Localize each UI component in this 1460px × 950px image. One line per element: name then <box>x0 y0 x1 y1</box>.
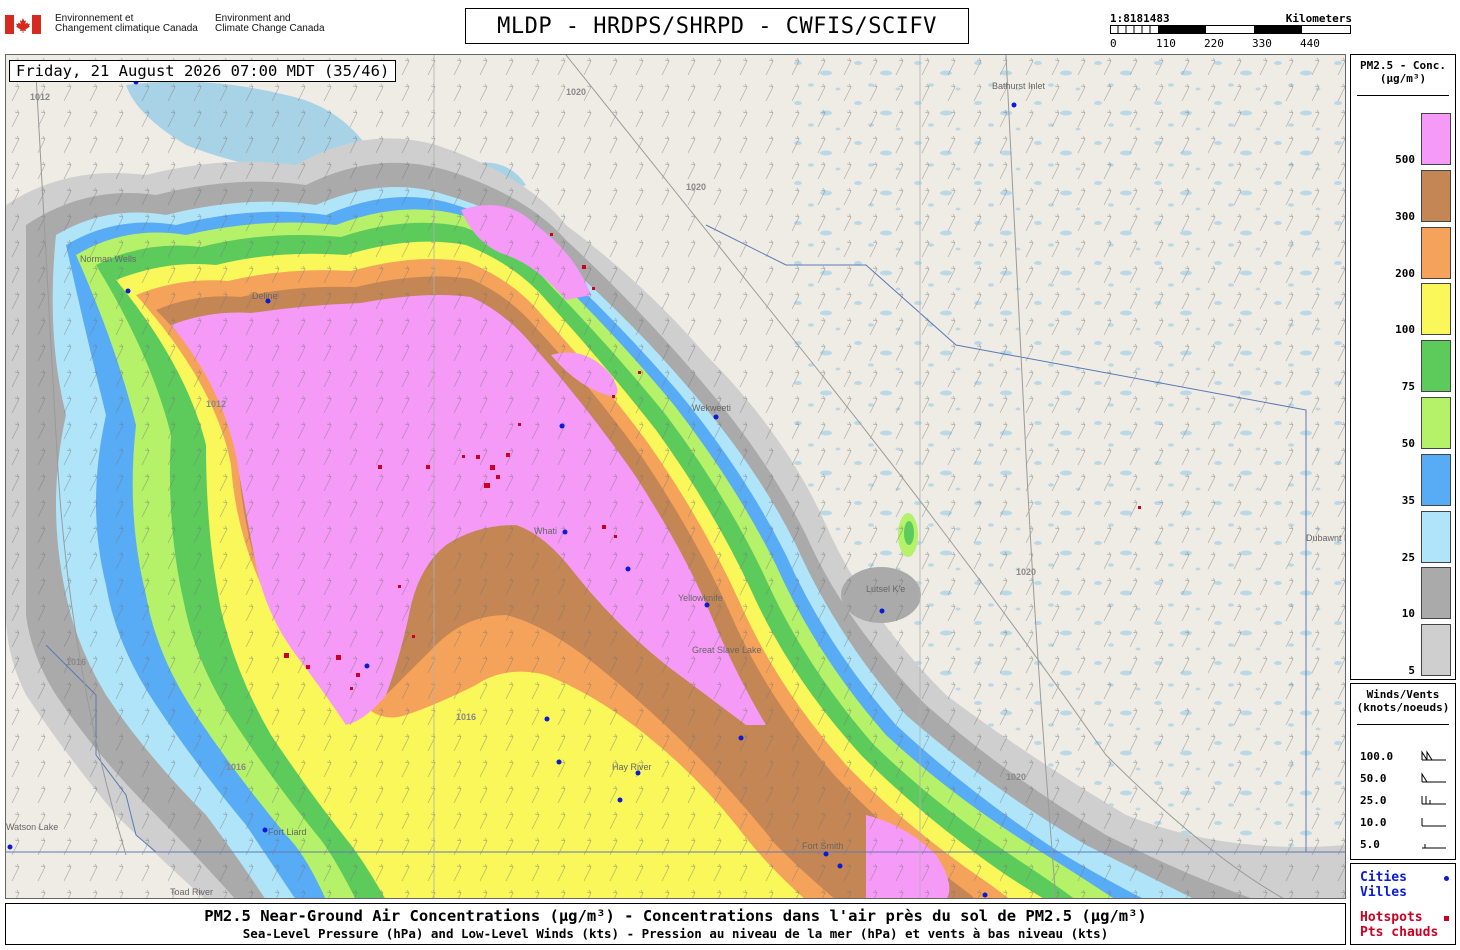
forecast-timestamp: Friday, 21 August 2026 07:00 MDT (35/46) <box>9 60 397 82</box>
dispersion-map[interactable]: 1012 1012 1016 1016 1016 1020 1020 1020 … <box>5 54 1346 899</box>
legend-value: 500 <box>1395 153 1415 166</box>
wind-barb-icons <box>1421 750 1446 849</box>
legend-value: 25 <box>1401 550 1415 564</box>
dept-en-line2: Climate Change Canada <box>215 23 325 34</box>
isobar-label: 1016 <box>66 657 86 667</box>
place-label: Dubawnt Lake <box>1306 533 1346 543</box>
legend-value: 100 <box>1395 323 1415 337</box>
isobar-label: 1016 <box>226 762 246 772</box>
isobar-label: 1012 <box>206 399 226 409</box>
place-label: Deline <box>252 291 278 301</box>
canada-flag-icon <box>5 15 41 34</box>
city-dot-icon <box>1444 876 1449 881</box>
scale-tick-110: 110 <box>1156 37 1176 50</box>
isobar-label: 1020 <box>686 182 706 192</box>
legend-value: 75 <box>1401 380 1415 394</box>
legend-swatch <box>1421 453 1451 506</box>
place-label: Yellowknife <box>678 593 723 603</box>
scale-tick-220: 220 <box>1204 37 1224 50</box>
government-signature: Environnement et Changement climatique C… <box>5 12 345 48</box>
place-label: Norman Wells <box>80 254 137 264</box>
legend-value: 10 <box>1401 607 1415 621</box>
place-label: Lutsel K'e <box>866 584 905 594</box>
cities-label-en: Cities <box>1360 870 1407 885</box>
map-canvas: 1012 1012 1016 1016 1016 1020 1020 1020 … <box>6 55 1346 898</box>
place-label: Fort Smith <box>802 841 844 851</box>
place-label: Whati <box>534 526 557 536</box>
wind-row-5: 5.0 <box>1360 838 1380 851</box>
scale-tick-330: 330 <box>1252 37 1272 50</box>
legend-swatch <box>1421 283 1451 336</box>
place-label: Wekweeti <box>692 403 731 413</box>
wind-legend-divider <box>1357 724 1449 725</box>
scale-bar-graphic <box>1110 25 1351 34</box>
legend-value: 5 <box>1408 664 1415 678</box>
legend-value: 200 <box>1395 266 1415 280</box>
points-legend: Cities Villes Hotspots Pts chauds <box>1350 863 1456 945</box>
legend-swatch <box>1421 226 1451 279</box>
scale-tick-440: 440 <box>1300 37 1320 50</box>
wind-row-10: 10.0 <box>1360 816 1387 829</box>
legend-divider <box>1357 95 1449 96</box>
legend-title-line1: PM2.5 - Conc. <box>1359 59 1447 72</box>
hotspots-label-en: Hotspots <box>1360 910 1423 925</box>
scale-tick-0: 0 <box>1110 37 1117 50</box>
pm25-legend: PM2.5 - Conc. (μg/m³) 500 300 200 100 75 50 35… <box>1350 54 1456 680</box>
place-label: Fort Liard <box>268 827 307 837</box>
legend-value: 300 <box>1395 209 1415 223</box>
caption-line2: Sea-Level Pressure (hPa) and Low-Level W… <box>242 926 1109 941</box>
legend-swatch <box>1421 340 1451 393</box>
place-label: Bathurst Inlet <box>992 81 1046 91</box>
wind-title-line1: Winds/Vents <box>1366 688 1440 701</box>
place-label: Great Slave Lake <box>692 645 762 655</box>
place-label: Toad River <box>170 887 213 897</box>
legend-swatch <box>1421 397 1451 449</box>
wind-row-100: 100.0 <box>1360 750 1394 763</box>
hotspots-label-fr: Pts chauds <box>1360 925 1439 940</box>
wind-row-25: 25.0 <box>1360 794 1387 807</box>
map-caption: PM2.5 Near-Ground Air Concentrations (μg… <box>5 903 1346 945</box>
dept-fr-line2: Changement climatique Canada <box>55 23 198 34</box>
legend-swatch <box>1421 510 1451 563</box>
department-name-fr: Environnement et Changement climatique C… <box>55 14 198 34</box>
place-label: Hay River <box>612 762 652 772</box>
legend-title: PM2.5 - Conc. (μg/m³) <box>1351 59 1455 85</box>
legend-value: 50 <box>1401 437 1415 450</box>
legend-swatch <box>1421 113 1451 165</box>
wind-legend: Winds/Vents (knots/noeuds) 100.0 50.0 25… <box>1350 683 1456 860</box>
wind-title-line2: (knots/noeuds) <box>1356 701 1450 714</box>
product-title: MLDP - HRDPS/SHRPD - CWFIS/SCIFV <box>465 8 969 44</box>
wind-row-50: 50.0 <box>1360 772 1387 785</box>
cities-label-fr: Villes <box>1360 885 1407 900</box>
legend-title-line2: (μg/m³) <box>1379 72 1427 85</box>
caption-line1: PM2.5 Near-Ground Air Concentrations (μg… <box>204 907 1147 925</box>
scale-bar: 1:8181483 Kilometers 0 110 220 330 440 <box>1108 10 1352 50</box>
isobar-label: 1016 <box>456 712 476 722</box>
legend-swatch <box>1421 169 1451 222</box>
legend-swatch <box>1421 624 1451 677</box>
hotspot-square-icon <box>1444 916 1449 921</box>
isobar-label: 1012 <box>30 92 50 102</box>
isobar-label: 1020 <box>1006 772 1026 782</box>
department-name-en: Environment and Climate Change Canada <box>215 14 325 34</box>
legend-swatch <box>1421 567 1451 620</box>
place-label: Watson Lake <box>6 822 58 832</box>
legend-value: 35 <box>1401 493 1415 507</box>
isobar-label: 1020 <box>566 87 586 97</box>
isobar-label: 1020 <box>1016 567 1036 577</box>
wind-legend-title: Winds/Vents (knots/noeuds) <box>1351 688 1455 714</box>
